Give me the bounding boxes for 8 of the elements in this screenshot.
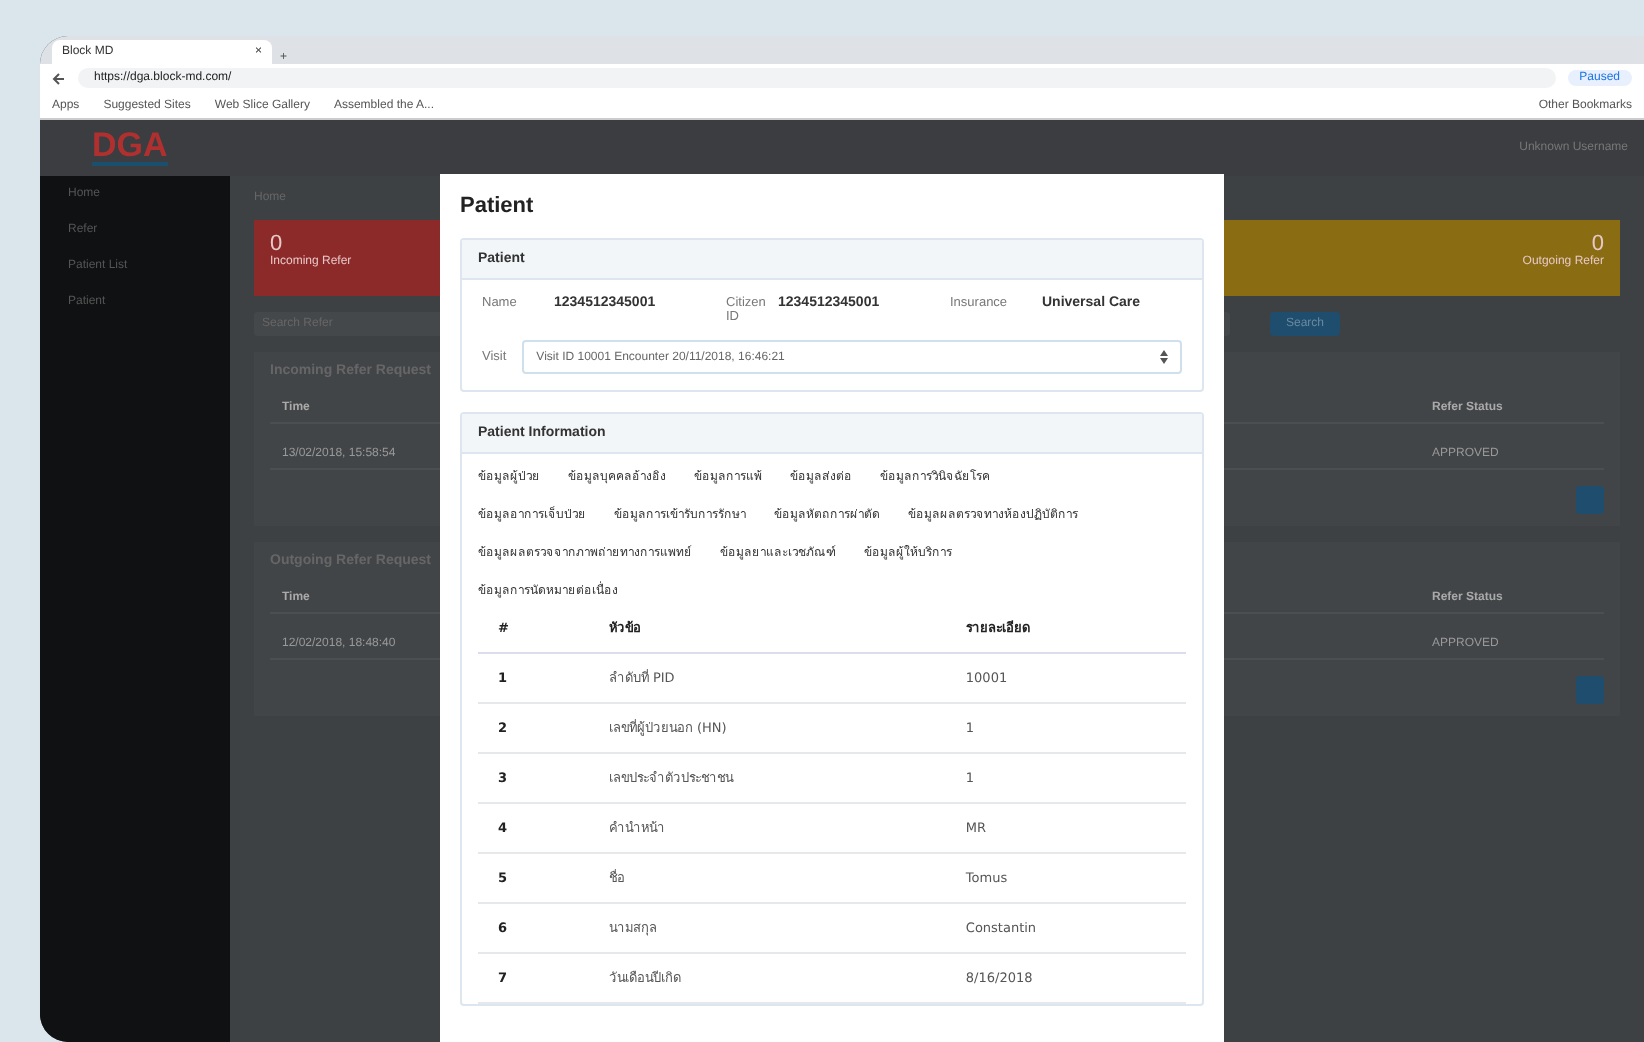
action-button[interactable]	[1576, 676, 1604, 704]
back-icon[interactable]	[52, 71, 66, 85]
stat-value: 0	[1591, 232, 1604, 256]
stat-value: 0	[270, 232, 283, 256]
action-button[interactable]	[1576, 486, 1604, 514]
select-arrows-icon	[1160, 350, 1168, 364]
app-logo: DGA	[92, 130, 168, 166]
dialog-title: Patient	[460, 194, 536, 218]
